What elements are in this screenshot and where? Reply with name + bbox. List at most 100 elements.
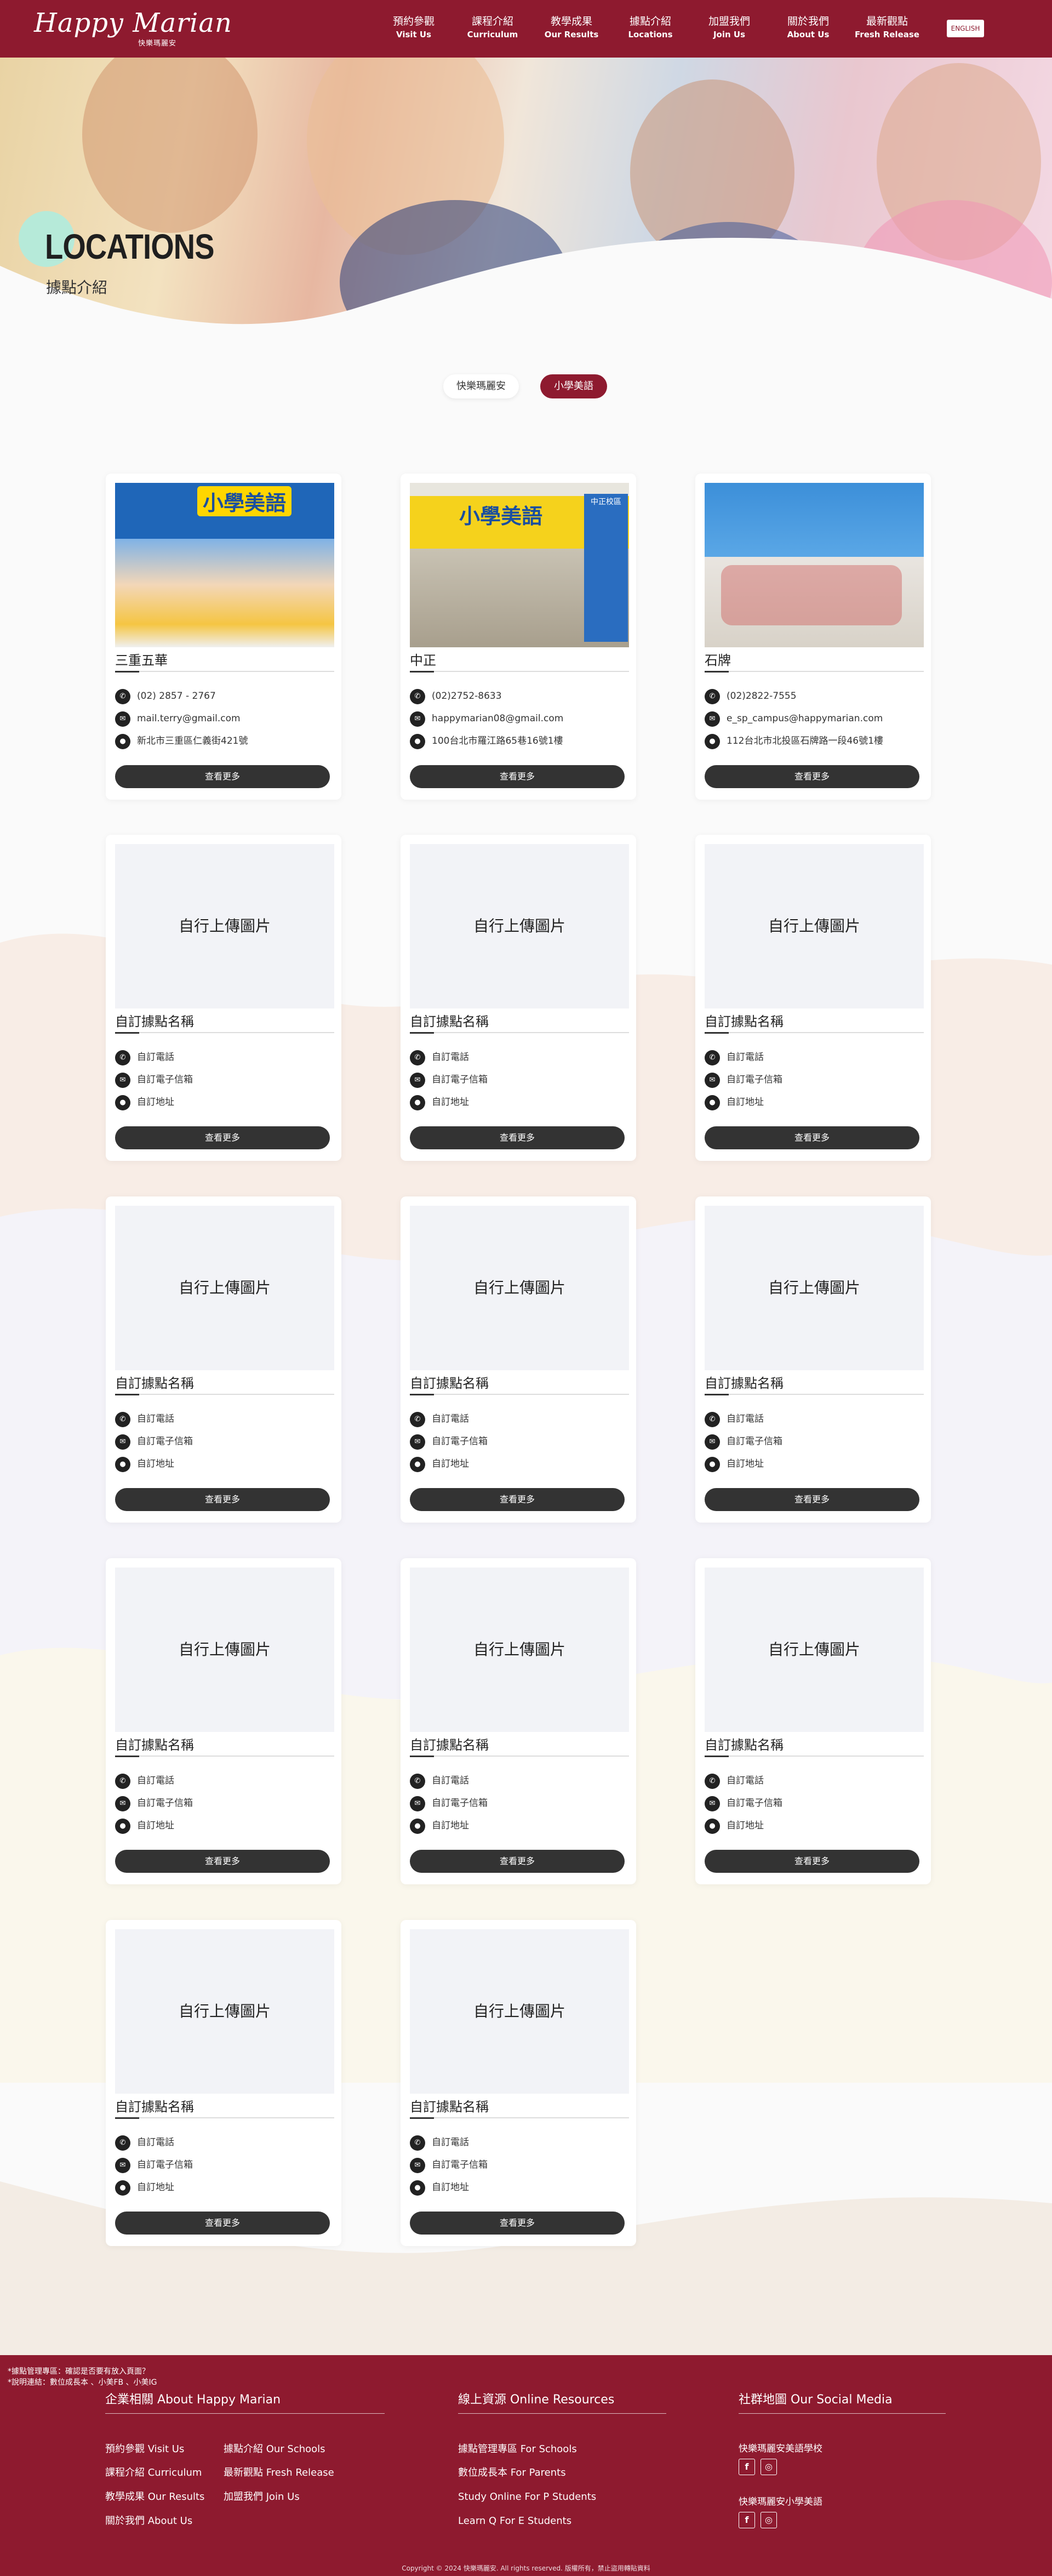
address-text: 112台北市北投區石牌路一段46號1樓: [727, 736, 883, 746]
photo-banner: 小學美語: [459, 504, 543, 528]
location-pin-icon: ●: [705, 1095, 720, 1110]
email-text: 自訂電子信箱: [727, 1436, 782, 1447]
view-more-button[interactable]: 查看更多: [115, 1850, 330, 1873]
footer-link-learn-q[interactable]: Learn Q For E Students: [458, 2515, 571, 2528]
footer-link-curriculum[interactable]: 課程介紹 Curriculum: [105, 2466, 202, 2480]
email-text: e_sp_campus@happymarian.com: [727, 713, 883, 724]
phone-text: 自訂電話: [432, 2137, 469, 2148]
nav-item-curriculum[interactable]: 課程介紹 Curriculum: [457, 14, 528, 41]
image-placeholder[interactable]: 自行上傳圖片: [115, 844, 334, 1008]
location-card: 自行上傳圖片 自訂據點名稱 ✆ 自訂電話 ✉ 自訂電子信箱 ● 自訂地址 查看更…: [106, 1196, 341, 1523]
address-text: 自訂地址: [727, 1458, 764, 1469]
email-text: mail.terry@gmail.com: [137, 713, 241, 724]
nav-item-visit[interactable]: 預約參觀 Visit Us: [378, 14, 449, 41]
placeholder-text: 自行上傳圖片: [178, 1279, 271, 1297]
location-name: 石牌: [705, 653, 731, 668]
nav-label-zh: 據點介紹: [629, 15, 671, 27]
copyright-text: Copyright © 2024 快樂瑪麗安. All rights reser…: [402, 2564, 650, 2572]
location-card: 小學美語 中正校區 中正 ✆ (02)2752-8633 ✉ happymari…: [401, 474, 636, 800]
address-text: 自訂地址: [432, 1458, 469, 1469]
phone-icon: ✆: [410, 1050, 425, 1065]
footer-link-visit[interactable]: 預約參觀 Visit Us: [105, 2443, 184, 2456]
logo-script: Happy Marian: [34, 8, 232, 38]
phone-text: 自訂電話: [432, 1052, 469, 1063]
view-more-button[interactable]: 查看更多: [410, 1126, 625, 1149]
nav-item-results[interactable]: 教學成果 Our Results: [536, 14, 607, 41]
footer-link-study-online[interactable]: Study Online For P Students: [458, 2490, 596, 2504]
footer-link-for-schools[interactable]: 據點管理專區 For Schools: [458, 2443, 577, 2456]
footer-link-results[interactable]: 教學成果 Our Results: [105, 2490, 204, 2504]
location-name: 自訂據點名稱: [410, 1737, 489, 1753]
view-more-button[interactable]: 查看更多: [115, 1126, 330, 1149]
mail-icon: ✉: [705, 711, 720, 727]
footer-link-about[interactable]: 關於我們 About Us: [105, 2515, 192, 2528]
placeholder-text: 自行上傳圖片: [473, 917, 565, 935]
instagram-icon[interactable]: ◎: [761, 2512, 777, 2528]
nav-item-about[interactable]: 關於我們 About Us: [773, 14, 844, 41]
view-more-button[interactable]: 查看更多: [410, 1488, 625, 1511]
placeholder-text: 自行上傳圖片: [768, 917, 860, 935]
footer-divider: [105, 2413, 385, 2414]
phone-icon: ✆: [410, 689, 425, 704]
location-photo: 小學美語 中正校區: [410, 483, 629, 647]
email-text: 自訂電子信箱: [432, 1436, 488, 1447]
photo-shape: [721, 565, 902, 625]
image-placeholder[interactable]: 自行上傳圖片: [705, 1568, 924, 1732]
view-more-button[interactable]: 查看更多: [410, 2212, 625, 2235]
language-button[interactable]: ENGLISH: [947, 20, 984, 37]
image-placeholder[interactable]: 自行上傳圖片: [705, 844, 924, 1008]
image-placeholder[interactable]: 自行上傳圖片: [115, 1568, 334, 1732]
footer-link-schools[interactable]: 據點介紹 Our Schools: [224, 2443, 325, 2456]
tab-happy-marian[interactable]: 快樂瑪麗安: [443, 374, 519, 398]
address-text: 自訂地址: [137, 1458, 174, 1469]
location-pin-icon: ●: [705, 1819, 720, 1834]
nav-label-zh: 預約參觀: [392, 15, 434, 27]
image-placeholder[interactable]: 自行上傳圖片: [115, 1929, 334, 2094]
mail-icon: ✉: [705, 1073, 720, 1088]
image-placeholder[interactable]: 自行上傳圖片: [115, 1206, 334, 1370]
location-name: 自訂據點名稱: [115, 2099, 194, 2115]
nav-item-fresh-release[interactable]: 最新觀點 Fresh Release: [851, 14, 923, 41]
phone-icon: ✆: [410, 1774, 425, 1789]
image-placeholder[interactable]: 自行上傳圖片: [410, 844, 629, 1008]
location-pin-icon: ●: [410, 1457, 425, 1472]
address-text: 100台北市羅江路65巷16號1樓: [432, 736, 563, 746]
view-more-button[interactable]: 查看更多: [705, 1850, 919, 1873]
image-placeholder[interactable]: 自行上傳圖片: [410, 1568, 629, 1732]
view-more-button[interactable]: 查看更多: [115, 1488, 330, 1511]
nav-item-join[interactable]: 加盟我們 Join Us: [694, 14, 765, 41]
view-more-button[interactable]: 查看更多: [705, 1126, 919, 1149]
location-pin-icon: ●: [705, 1457, 720, 1472]
facebook-icon[interactable]: f: [739, 2459, 755, 2475]
footer-link-fresh-release[interactable]: 最新觀點 Fresh Release: [224, 2466, 334, 2480]
phone-text: 自訂電話: [137, 1775, 174, 1786]
address-text: 自訂地址: [432, 1820, 469, 1831]
facebook-icon[interactable]: f: [739, 2512, 755, 2528]
footer-note: *據點管理專區：確認是否要有放入頁面？: [8, 2367, 150, 2376]
view-more-button[interactable]: 查看更多: [115, 765, 330, 788]
photo-banner: 小學美語: [197, 486, 292, 516]
phone-text: 自訂電話: [432, 1775, 469, 1786]
footer-col-title-resources: 線上資源 Online Resources: [458, 2393, 615, 2407]
image-placeholder[interactable]: 自行上傳圖片: [410, 1206, 629, 1370]
divider: [115, 1032, 334, 1034]
image-placeholder[interactable]: 自行上傳圖片: [705, 1206, 924, 1370]
footer-link-for-parents[interactable]: 數位成長本 For Parents: [458, 2466, 566, 2480]
tab-elementary-english[interactable]: 小學美語: [540, 374, 607, 398]
view-more-button[interactable]: 查看更多: [705, 1488, 919, 1511]
view-more-button[interactable]: 查看更多: [705, 765, 919, 788]
view-more-button[interactable]: 查看更多: [410, 1850, 625, 1873]
instagram-icon[interactable]: ◎: [761, 2459, 777, 2475]
logo[interactable]: Happy Marian 快樂瑪麗安: [34, 8, 232, 52]
location-pin-icon: ●: [115, 1819, 130, 1834]
location-name: 自訂據點名稱: [115, 1014, 194, 1029]
image-placeholder[interactable]: 自行上傳圖片: [410, 1929, 629, 2094]
phone-icon: ✆: [705, 689, 720, 704]
view-more-button[interactable]: 查看更多: [115, 2212, 330, 2235]
nav-item-locations[interactable]: 據點介紹 Locations: [615, 14, 686, 41]
site-footer: *據點管理專區：確認是否要有放入頁面？ *說明連結：數位成長本 、小美FB 、小…: [0, 2355, 1052, 2576]
view-more-button[interactable]: 查看更多: [410, 765, 625, 788]
footer-link-join[interactable]: 加盟我們 Join Us: [224, 2490, 300, 2504]
location-card: 自行上傳圖片 自訂據點名稱 ✆ 自訂電話 ✉ 自訂電子信箱 ● 自訂地址 查看更…: [401, 1920, 636, 2246]
email-text: 自訂電子信箱: [137, 1074, 193, 1085]
